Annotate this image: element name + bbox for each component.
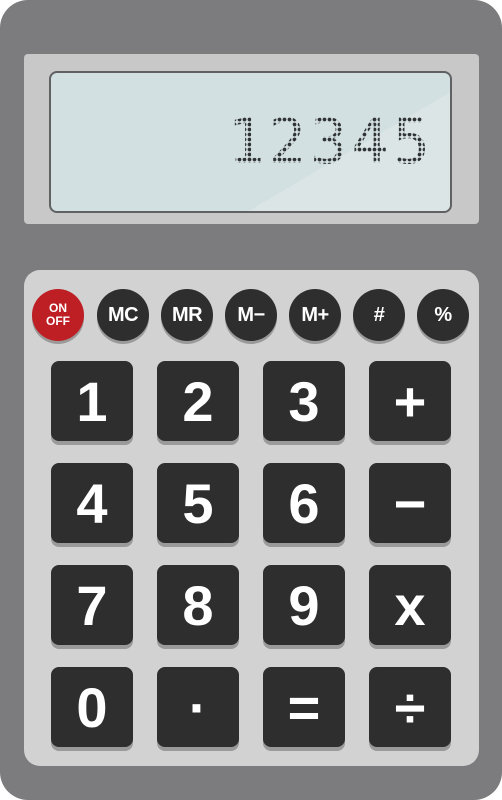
digit-7-button[interactable]: 7 [51, 565, 133, 645]
memory-recall-button[interactable]: MR [161, 289, 213, 341]
on-off-button[interactable]: ON OFF [32, 289, 84, 341]
divide-button[interactable]: ÷ [369, 667, 451, 747]
display-value: 12345 [227, 105, 434, 178]
memory-plus-button[interactable]: M+ [289, 289, 341, 341]
digit-4-button[interactable]: 4 [51, 463, 133, 543]
digit-6-button[interactable]: 6 [263, 463, 345, 543]
digit-9-button[interactable]: 9 [263, 565, 345, 645]
digit-8-button[interactable]: 8 [157, 565, 239, 645]
plus-button[interactable]: + [369, 361, 451, 441]
digit-5-button[interactable]: 5 [157, 463, 239, 543]
digit-3-button[interactable]: 3 [263, 361, 345, 441]
multiply-button[interactable]: x [369, 565, 451, 645]
equals-button[interactable]: = [263, 667, 345, 747]
memory-clear-button[interactable]: MC [97, 289, 149, 341]
digit-1-button[interactable]: 1 [51, 361, 133, 441]
display-screen: 12345 [49, 71, 452, 213]
minus-button[interactable]: − [369, 463, 451, 543]
hash-button[interactable]: # [353, 289, 405, 341]
digit-0-button[interactable]: 0 [51, 667, 133, 747]
memory-minus-button[interactable]: M− [225, 289, 277, 341]
digit-2-button[interactable]: 2 [157, 361, 239, 441]
decimal-point-button[interactable]: · [157, 667, 239, 747]
percent-button[interactable]: % [417, 289, 469, 341]
calculator-body: 12345 ON OFF MC MR M− M+ # % 1 2 3 + 4 5… [0, 0, 502, 800]
off-label: OFF [46, 314, 70, 328]
